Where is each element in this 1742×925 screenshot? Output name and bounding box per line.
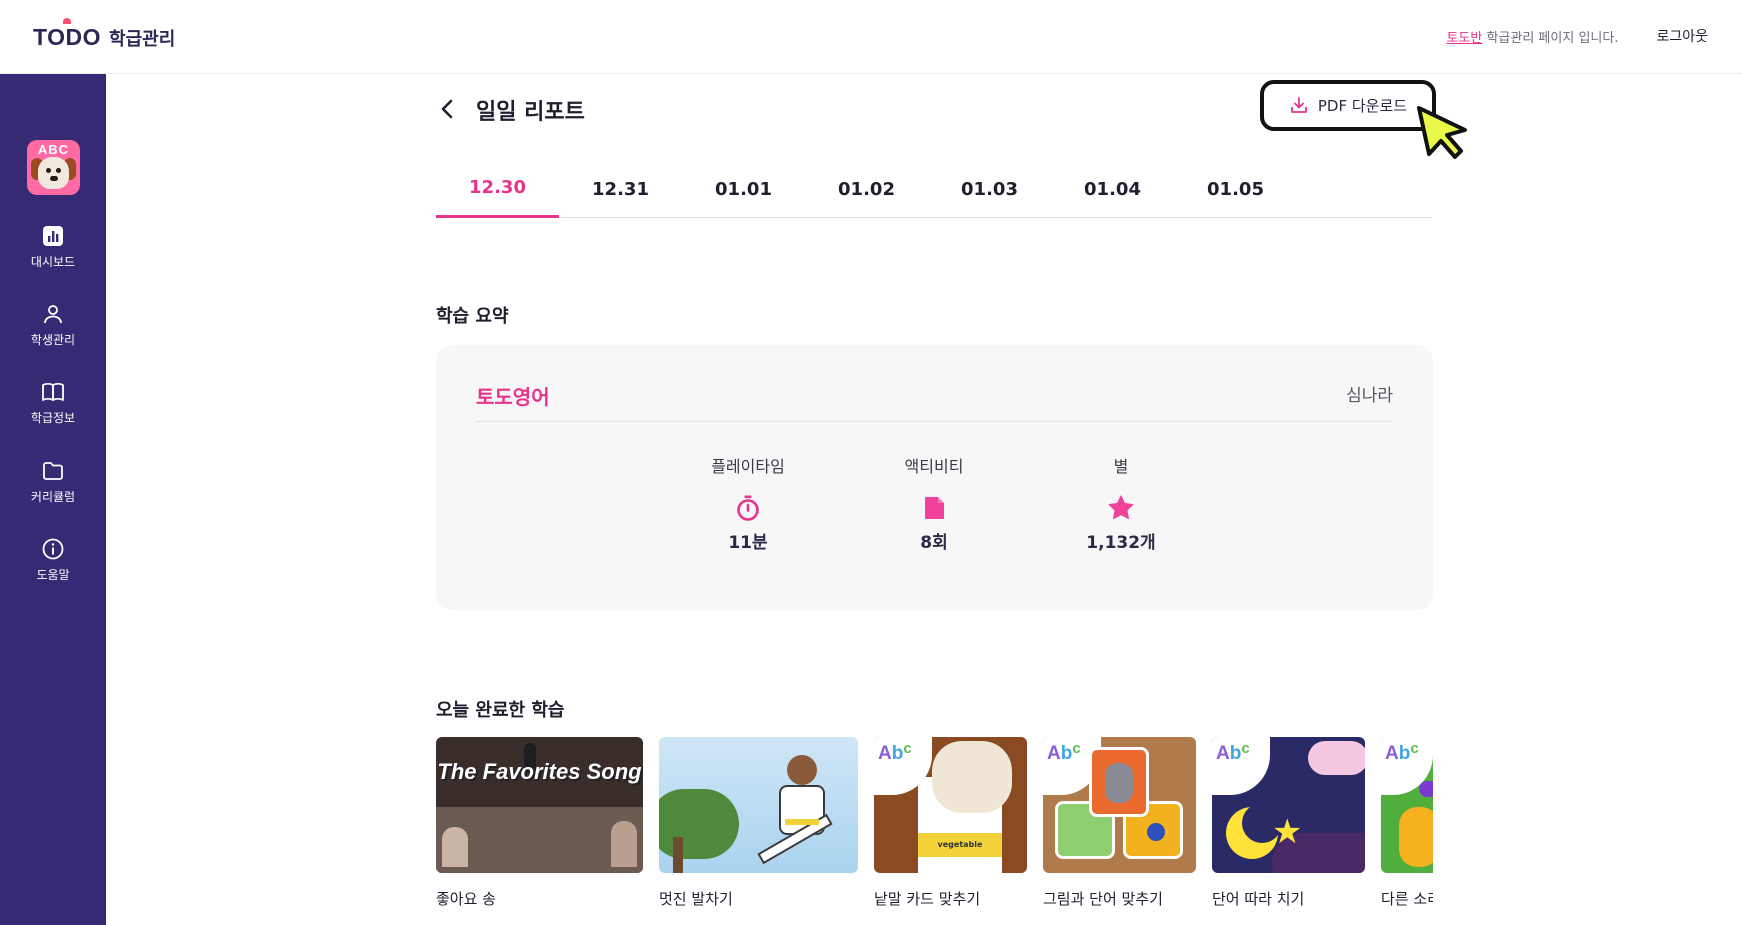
card-icon — [925, 497, 944, 519]
folder-icon — [43, 462, 63, 480]
lesson-thumbnail — [659, 737, 858, 873]
lesson-title: 좋아요 송 — [436, 890, 496, 908]
lesson-card[interactable]: 멋진 발차기 — [659, 737, 858, 909]
lesson-title: 그림과 단어 맞추기 — [1043, 890, 1163, 908]
abc-badge-icon: Abc — [1047, 740, 1081, 764]
info-icon — [42, 538, 64, 560]
tab-date[interactable]: 01.01 — [682, 166, 805, 218]
abc-badge-icon: Abc — [878, 740, 912, 764]
logo[interactable]: TODO 학급관리 — [33, 18, 176, 51]
lesson-card[interactable]: The Favorites Song 좋아요 송 — [436, 737, 643, 909]
abc-badge-icon: Abc — [1216, 740, 1250, 764]
sidebar-item-dashboard[interactable]: 대시보드 — [0, 224, 106, 270]
logo-text: 학급관리 — [109, 28, 176, 50]
tab-date[interactable]: 12.31 — [559, 166, 682, 218]
star-icon — [1108, 495, 1134, 520]
sidebar-item-curriculum[interactable]: 커리큘럼 — [0, 459, 106, 505]
book-icon — [42, 382, 64, 401]
lesson-card[interactable]: Abc vegetable 낱말 카드 맞추기 — [874, 737, 1027, 909]
lesson-thumbnail: Abc — [1381, 737, 1433, 873]
summary-card: 토도영어 심나라 플레이타임 11분 액티비티 8회 별 1,132개 — [436, 345, 1433, 610]
abc-badge-icon: Abc — [1385, 740, 1419, 764]
completed-list: The Favorites Song 좋아요 송 멋진 발차기 Abc vege… — [436, 737, 1433, 925]
divider — [476, 421, 1393, 422]
stat-activity: 액티비티 8회 — [904, 457, 964, 553]
back-arrow-icon[interactable] — [438, 97, 458, 121]
pdf-download-button[interactable]: PDF 다운로드 — [1260, 80, 1436, 131]
top-bar: TODO 학급관리 토도반 학급관리 페이지 입니다. 로그아웃 — [0, 0, 1742, 74]
stat-stars: 별 1,132개 — [1086, 457, 1156, 553]
lesson-thumbnail: The Favorites Song — [436, 737, 643, 873]
tab-date[interactable]: 01.03 — [928, 166, 1051, 218]
sidebar: ABC 대시보드 학생관리 학급정보 커리큘럼 도움말 — [0, 74, 106, 925]
date-tabs: 12.30 12.31 01.01 01.02 01.03 01.04 01.0… — [436, 166, 1433, 218]
lesson-title: 낱말 카드 맞추기 — [874, 890, 981, 908]
lesson-card[interactable]: Abc 다른 소리 — [1381, 737, 1433, 909]
download-icon — [1290, 96, 1307, 113]
sidebar-item-students[interactable]: 학생관리 — [0, 302, 106, 348]
tab-date[interactable]: 01.05 — [1174, 166, 1297, 218]
summary-section-title: 학습 요약 — [436, 306, 509, 327]
pointer-cursor-icon — [1417, 106, 1467, 159]
course-name: 토도영어 — [476, 385, 550, 409]
lesson-card[interactable]: Abc ★ 단어 따라 치기 — [1212, 737, 1365, 909]
tab-date[interactable]: 01.02 — [805, 166, 928, 218]
tab-date[interactable]: 01.04 — [1051, 166, 1174, 218]
logout-button[interactable]: 로그아웃 — [1656, 26, 1708, 46]
sidebar-item-class-info[interactable]: 학급정보 — [0, 380, 106, 426]
tab-date[interactable]: 12.30 — [436, 166, 559, 218]
lesson-title: 다른 소리 — [1381, 890, 1433, 908]
person-icon — [44, 305, 62, 324]
class-name-link[interactable]: 토도반 — [1446, 31, 1482, 46]
bar-chart-icon — [43, 226, 63, 246]
class-notice: 토도반 학급관리 페이지 입니다. — [1446, 30, 1619, 46]
stat-playtime: 플레이타임 11분 — [711, 457, 785, 553]
lesson-title: 단어 따라 치기 — [1212, 890, 1305, 908]
stopwatch-icon — [737, 495, 759, 521]
lesson-title: 멋진 발차기 — [659, 890, 733, 908]
sidebar-item-help[interactable]: 도움말 — [0, 537, 106, 583]
completed-section-title: 오늘 완료한 학습 — [436, 700, 565, 721]
page-title: 일일 리포트 — [476, 100, 585, 125]
lesson-thumbnail: Abc ★ — [1212, 737, 1365, 873]
student-name: 심나라 — [1346, 386, 1393, 406]
lesson-thumbnail: Abc — [1043, 737, 1196, 873]
lesson-thumbnail: Abc vegetable — [874, 737, 1027, 873]
logo-mark: TODO — [33, 18, 101, 51]
lesson-card[interactable]: Abc 그림과 단어 맞추기 — [1043, 737, 1196, 909]
class-avatar[interactable]: ABC — [27, 140, 80, 195]
